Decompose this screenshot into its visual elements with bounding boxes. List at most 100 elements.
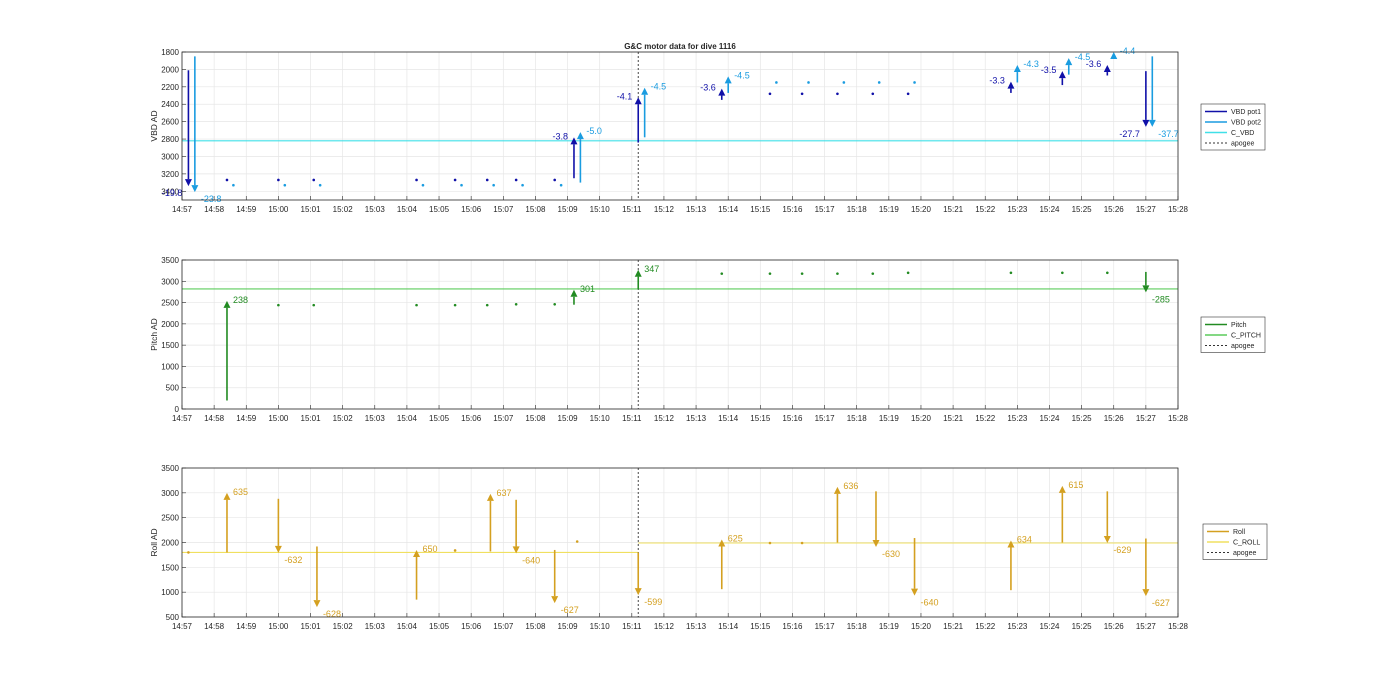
data-point	[187, 551, 190, 554]
y-tick-label: 2800	[161, 135, 179, 144]
x-tick-label: 15:24	[1039, 622, 1060, 631]
data-point	[1009, 271, 1013, 275]
x-tick-label: 15:26	[1104, 205, 1125, 214]
y-tick-label: 2000	[161, 539, 179, 548]
data-point	[415, 178, 418, 182]
x-tick-label: 15:08	[525, 205, 546, 214]
x-tick-label: 15:23	[1007, 414, 1028, 423]
data-point	[514, 302, 518, 306]
x-tick-label: 15:17	[815, 622, 836, 631]
x-tick-label: 15:05	[429, 622, 450, 631]
data-point	[485, 303, 489, 307]
data-point	[514, 178, 518, 182]
x-tick-label: 15:12	[654, 414, 675, 423]
x-tick-label: 15:25	[1072, 622, 1093, 631]
data-point	[800, 92, 804, 96]
data-label: -19.8	[162, 188, 183, 198]
data-point	[277, 178, 280, 182]
x-tick-label: 15:22	[975, 414, 996, 423]
x-tick-label: 15:02	[333, 205, 354, 214]
data-label: 347	[644, 264, 659, 274]
x-tick-label: 15:05	[429, 205, 450, 214]
panel-1: 14:57 14:58 14:59 15:00 15:01 15:02 15:03 15:04…	[149, 46, 1266, 214]
x-tick-label: 15:06	[461, 414, 482, 423]
x-tick-label: 15:13	[686, 414, 707, 423]
y-tick-label: 500	[166, 384, 180, 393]
data-point	[906, 271, 910, 275]
x-tick-label: 15:09	[558, 414, 579, 423]
data-point	[553, 178, 556, 182]
data-label: -630	[882, 549, 900, 559]
data-label: -23.8	[201, 194, 222, 204]
data-point	[453, 549, 457, 552]
x-tick-label: 15:06	[461, 622, 482, 631]
x-tick-label: 15:00	[268, 622, 289, 631]
x-tick-label: 15:01	[301, 622, 322, 631]
x-tick-label: 15:23	[1007, 622, 1028, 631]
data-label: 238	[233, 295, 248, 305]
x-tick-label: 15:09	[558, 205, 579, 214]
data-label: -37.7	[1158, 129, 1179, 139]
data-point	[232, 183, 235, 187]
y-tick-label: 3000	[161, 152, 179, 161]
x-tick-label: 15:10	[590, 622, 611, 631]
x-tick-label: 15:18	[847, 622, 868, 631]
x-tick-label: 15:11	[622, 622, 642, 631]
x-tick-label: 15:16	[782, 414, 803, 423]
data-label: -4.4	[1120, 46, 1136, 56]
x-tick-label: 14:58	[204, 205, 225, 214]
data-point	[492, 183, 495, 187]
data-point	[553, 302, 556, 306]
data-label: -4.5	[734, 70, 750, 80]
data-point	[913, 81, 916, 84]
plot-area	[182, 52, 1178, 200]
data-label: -3.8	[552, 131, 568, 141]
x-tick-label: 14:59	[236, 414, 257, 423]
x-tick-label: 15:17	[815, 414, 836, 423]
x-tick-label: 15:15	[750, 622, 771, 631]
x-tick-label: 15:16	[782, 622, 803, 631]
x-tick-label: 15:22	[975, 205, 996, 214]
data-label: 625	[728, 534, 743, 544]
x-tick-label: 15:07	[493, 622, 514, 631]
data-label: 650	[423, 544, 438, 554]
y-tick-label: 0	[175, 405, 180, 414]
x-tick-label: 15:02	[333, 622, 354, 631]
x-tick-label: 15:11	[622, 414, 642, 423]
data-point	[415, 303, 418, 307]
data-label: -3.3	[989, 76, 1005, 86]
x-tick-label: 14:58	[204, 414, 225, 423]
data-label: -285	[1152, 294, 1170, 304]
x-tick-label: 15:25	[1072, 205, 1093, 214]
x-tick-label: 15:04	[397, 414, 418, 423]
y-tick-label: 2000	[161, 65, 179, 74]
gc-motor-figure: G&C motor data for dive 1116 14:57 14:58 1…	[149, 42, 1268, 631]
y-tick-label: 1500	[161, 341, 179, 350]
data-point	[225, 178, 229, 182]
legend-entry: apogee	[1233, 550, 1256, 557]
x-tick-label: 15:14	[718, 622, 739, 631]
x-tick-label: 15:05	[429, 414, 450, 423]
data-point	[720, 272, 724, 275]
x-tick-label: 15:25	[1072, 414, 1093, 423]
x-tick-label: 15:28	[1168, 205, 1189, 214]
data-point	[559, 183, 563, 187]
x-tick-label: 15:06	[461, 205, 482, 214]
x-tick-label: 15:04	[397, 622, 418, 631]
data-point	[453, 303, 457, 307]
x-tick-label: 14:57	[172, 205, 193, 214]
y-tick-label: 1500	[161, 563, 179, 572]
data-point	[421, 183, 425, 187]
legend: Roll C_ROLLapogee	[1202, 523, 1268, 560]
legend-entry: VBD pot1	[1231, 109, 1261, 116]
x-tick-label: 15:22	[975, 622, 996, 631]
x-tick-label: 15:18	[847, 205, 868, 214]
x-tick-label: 15:01	[301, 414, 322, 423]
legend: VBD pot1 VBD pot2 C_VBDapogee	[1200, 103, 1266, 151]
data-label: 615	[1068, 480, 1083, 490]
data-point	[768, 92, 772, 96]
data-point	[836, 92, 839, 96]
data-label: 637	[496, 488, 511, 498]
y-tick-label: 2500	[161, 299, 179, 308]
legend-entry: apogee	[1231, 141, 1254, 148]
